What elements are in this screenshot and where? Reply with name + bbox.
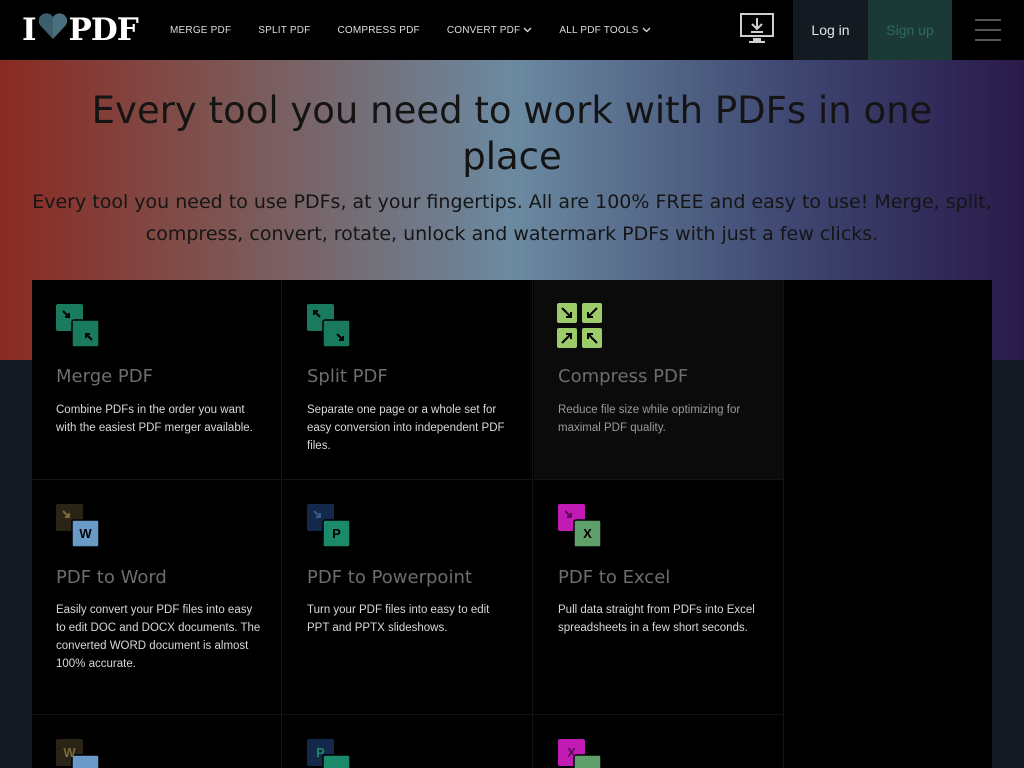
tool-badge: X (583, 526, 592, 541)
tool-badge: X (567, 745, 576, 760)
tool-badge: W (79, 526, 92, 541)
hero-title: Every tool you need to work with PDFs in… (91, 89, 933, 178)
pdf-to-powerpoint-icon: P (307, 504, 351, 548)
tool-card-merge-pdf[interactable]: Merge PDF Combine PDFs in the order you … (32, 280, 282, 480)
nav-split-pdf[interactable]: SPLIT PDF (258, 25, 310, 36)
tool-badge: P (316, 745, 325, 760)
tool-description: Separate one page or a whole set for eas… (307, 404, 505, 452)
tool-card-split-pdf[interactable]: Split PDF Separate one page or a whole s… (283, 280, 533, 480)
nav-link-label: ALL PDF TOOLS (559, 24, 639, 36)
tool-card-pdf-to-word[interactable]: W PDF to Word Easily convert your PDF fi… (32, 480, 282, 715)
compress-pdf-icon (557, 303, 603, 349)
tool-title: PDF to Excel (558, 567, 671, 588)
nav-link-label: SPLIT PDF (258, 24, 311, 36)
menu-line (975, 39, 1001, 41)
tool-card-pdf-to-excel[interactable]: X PDF to Excel Pull data straight from P… (534, 480, 784, 715)
nav-link-label: MERGE PDF (170, 24, 232, 36)
top-navbar: I PDF MERGE PDF SPLIT PDF COMPRESS PDF C… (0, 0, 1024, 60)
logo-text-pdf: PDF (68, 12, 139, 48)
nav-link-label: CONVERT PDF (446, 24, 521, 36)
main-nav-links: MERGE PDF SPLIT PDF COMPRESS PDF CONVERT… (170, 0, 678, 60)
tool-badge: W (63, 745, 76, 760)
hamburger-menu-icon[interactable] (975, 19, 1001, 41)
desktop-download-icon[interactable] (739, 12, 775, 46)
tool-card-word-to-pdf[interactable]: W (32, 715, 282, 768)
split-pdf-icon (307, 304, 351, 348)
chevron-down-icon (523, 25, 532, 35)
signup-button[interactable]: Sign up (868, 0, 952, 60)
pdf-to-word-icon: W (56, 504, 100, 548)
tool-badge: P (332, 526, 341, 541)
menu-line (975, 29, 1001, 31)
nav-compress-pdf[interactable]: COMPRESS PDF (337, 25, 419, 36)
tool-title: PDF to Powerpoint (307, 567, 472, 588)
word-to-pdf-icon: W (56, 739, 100, 768)
nav-merge-pdf[interactable]: MERGE PDF (170, 25, 231, 36)
powerpoint-to-pdf-icon: P (307, 739, 351, 768)
tool-title: Merge PDF (56, 366, 153, 387)
tool-description: Combine PDFs in the order you want with … (56, 404, 253, 434)
chevron-down-icon (642, 25, 651, 35)
nav-all-pdf-tools[interactable]: ALL PDF TOOLS (559, 25, 650, 36)
tool-card-excel-to-pdf[interactable]: X (534, 715, 784, 768)
login-button[interactable]: Log in (793, 0, 868, 60)
merge-pdf-icon (56, 304, 100, 348)
nav-convert-pdf[interactable]: CONVERT PDF (447, 25, 533, 36)
tool-title: Split PDF (307, 366, 388, 387)
nav-link-label: COMPRESS PDF (337, 24, 420, 36)
logo-text-i: I (22, 12, 36, 48)
menu-line (975, 19, 1001, 21)
heart-icon (38, 12, 68, 48)
tools-grid: Merge PDF Combine PDFs in the order you … (32, 280, 992, 768)
tool-title: Compress PDF (558, 366, 689, 387)
ilovepdf-logo[interactable]: I PDF (22, 12, 139, 48)
tool-description: Turn your PDF files into easy to edit PP… (307, 604, 490, 634)
tool-description: Easily convert your PDF files into easy … (56, 604, 261, 670)
hero-subtitle: Every tool you need to use PDFs, at your… (32, 191, 992, 245)
excel-to-pdf-icon: X (558, 739, 602, 768)
tool-title: PDF to Word (56, 567, 167, 588)
tool-description: Reduce file size while optimizing for ma… (558, 404, 741, 434)
pdf-to-excel-icon: X (558, 504, 602, 548)
tool-description: Pull data straight from PDFs into Excel … (558, 604, 755, 634)
tool-card-pdf-to-powerpoint[interactable]: P PDF to Powerpoint Turn your PDF files … (283, 480, 533, 715)
tool-card-powerpoint-to-pdf[interactable]: P (283, 715, 533, 768)
tool-card-compress-pdf[interactable]: Compress PDF Reduce file size while opti… (534, 280, 784, 480)
